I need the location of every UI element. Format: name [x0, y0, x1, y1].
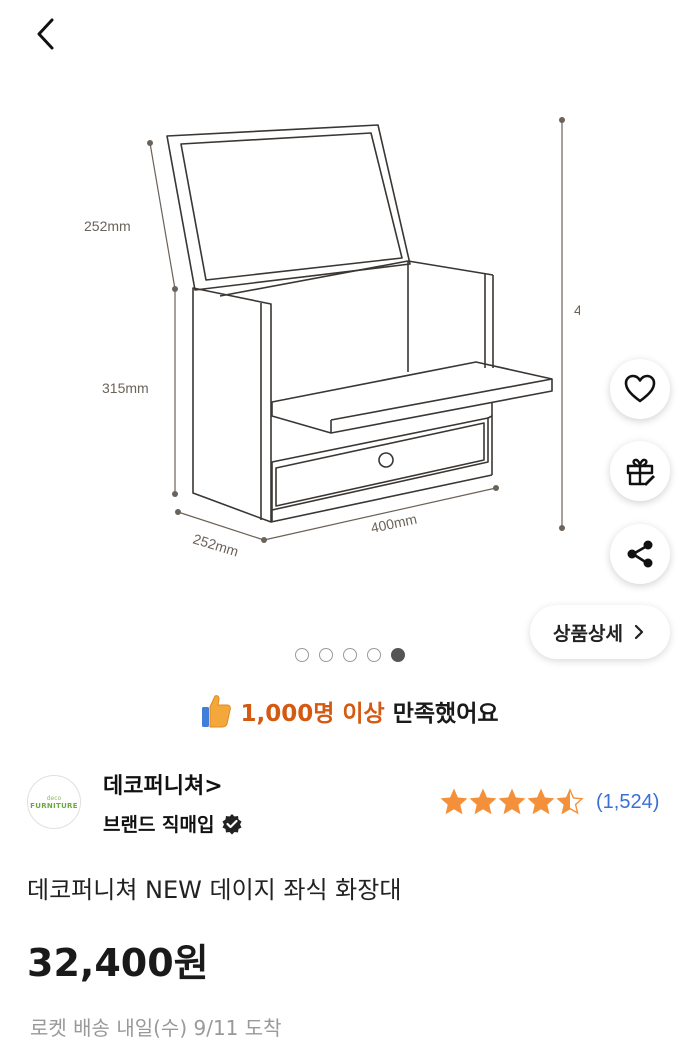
brand-logo-text: FURNITURE [30, 801, 78, 810]
star-icon [499, 789, 525, 814]
delivery-info-partial: 로켓 배송 내일(수) 9/11 도착 [30, 1016, 282, 1040]
carousel-dot[interactable] [366, 648, 381, 662]
gift-icon [626, 458, 655, 486]
thumbs-up-icon [202, 695, 232, 728]
dimension-label-side-height: 315mm [102, 380, 149, 396]
share-button[interactable] [610, 524, 670, 584]
back-button[interactable] [30, 14, 66, 54]
star-icon [528, 789, 554, 814]
satisfaction-highlight: 1,000명 이상 [240, 701, 385, 727]
carousel-dot-active[interactable] [390, 648, 405, 662]
brand-name-link[interactable]: 데코퍼니쳐> [103, 768, 223, 800]
carousel-indicator [0, 648, 699, 668]
dimension-label-total-height: 470mm [574, 302, 580, 318]
star-rating-icons [441, 789, 583, 814]
carousel-dot[interactable] [318, 648, 333, 662]
dimension-label-lid: 252mm [84, 218, 131, 234]
chevron-right-icon [634, 624, 644, 640]
satisfaction-text: 만족했어요 [392, 701, 499, 727]
gift-button[interactable] [610, 441, 670, 501]
product-title: 데코퍼니쳐 NEW 데이지 좌식 화장대 [27, 876, 402, 904]
satisfaction-banner: 1,000명 이상 만족했어요 [0, 686, 699, 736]
chevron-left-icon [37, 18, 54, 50]
brand-direct-label: 브랜드 직매입 [103, 814, 215, 836]
star-icon [470, 789, 496, 814]
product-image: 252mm 315mm 470mm 252mm 400mm [60, 100, 621, 570]
heart-icon [624, 374, 656, 403]
verified-badge-icon [222, 813, 241, 834]
dimension-label-depth: 252mm [191, 531, 240, 560]
carousel-dot[interactable] [294, 648, 309, 662]
half-star-icon [557, 789, 583, 814]
product-price: 32,400원 [27, 941, 209, 985]
product-detail-label: 상품상세 [553, 622, 623, 645]
vanity-dimension-drawing: 252mm 315mm 470mm 252mm 400mm [84, 117, 621, 560]
brand-logo[interactable]: deco FURNITURE [27, 775, 81, 829]
star-icon [441, 789, 467, 814]
carousel-dot[interactable] [342, 648, 357, 662]
brand-logo-small-text: deco [46, 794, 62, 802]
share-icon [627, 540, 653, 568]
product-rating[interactable]: (1,524) [440, 788, 659, 816]
review-count[interactable]: (1,524) [596, 791, 659, 814]
brand-direct-badge: 브랜드 직매입 [103, 810, 243, 837]
wishlist-button[interactable] [610, 359, 670, 419]
